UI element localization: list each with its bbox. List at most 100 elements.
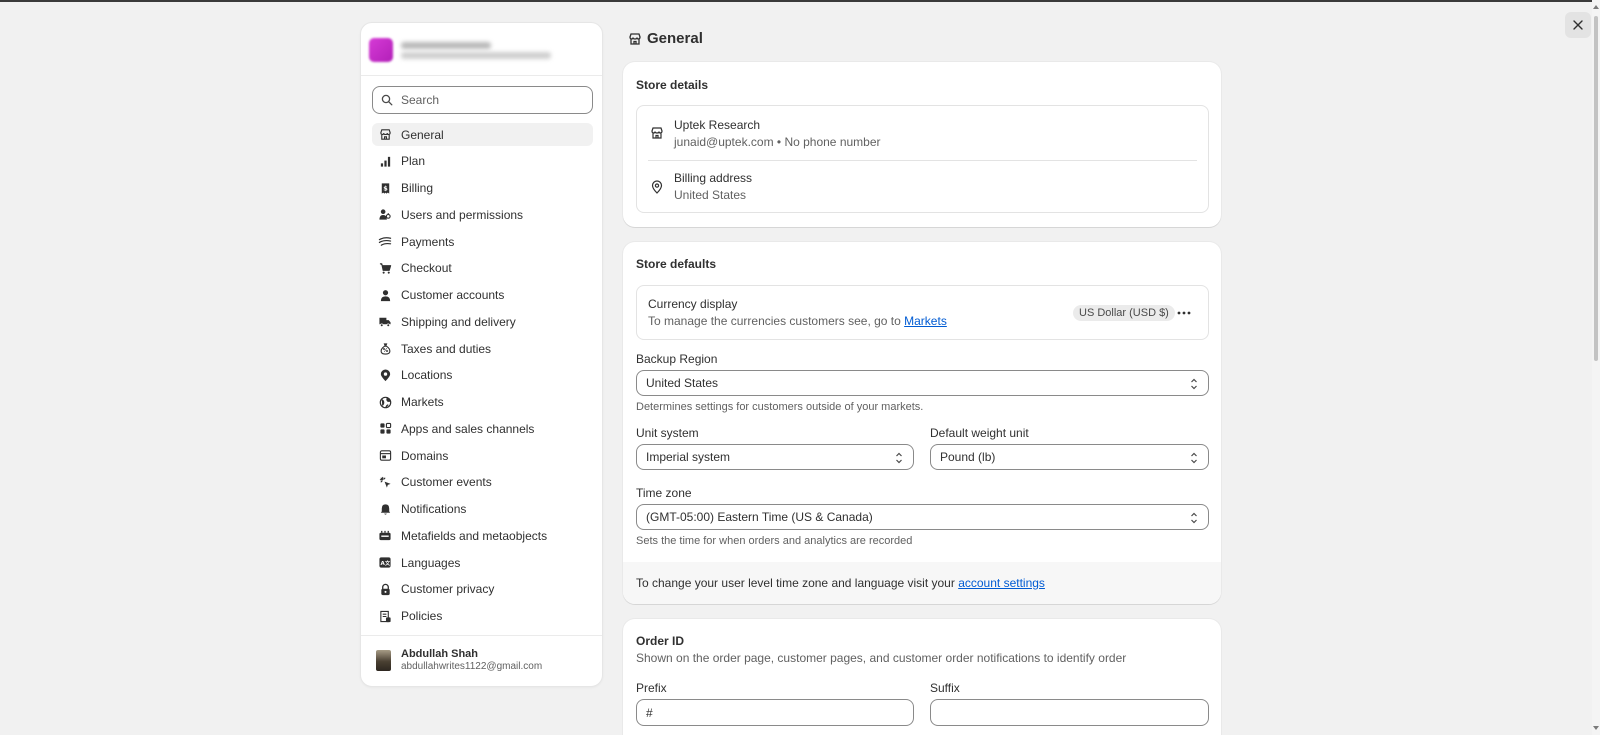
weight-unit-value: Pound (lb) (940, 450, 996, 464)
suffix-label: Suffix (930, 681, 960, 695)
cursor-icon (378, 475, 392, 489)
sidebar-item-billing[interactable]: $ Billing (372, 177, 593, 200)
sidebar-item-users-and-permissions[interactable]: Users and permissions (372, 203, 593, 226)
billing-icon: $ (378, 181, 392, 195)
sidebar-item-markets[interactable]: Markets (372, 391, 593, 414)
user-email: abdullahwrites1122@gmail.com (401, 661, 543, 672)
truck-icon (378, 315, 392, 329)
prefix-input[interactable] (636, 699, 914, 726)
sidebar-item-label: Apps and sales channels (401, 421, 535, 436)
scroll-thumb[interactable] (1594, 16, 1598, 361)
weight-unit-select[interactable]: Pound (lb) (930, 444, 1209, 470)
scroll-down-arrow-icon[interactable] (1592, 724, 1600, 732)
select-chevron-icon (1191, 452, 1197, 464)
sidebar-item-label: Customer events (401, 475, 492, 490)
sidebar-item-notifications[interactable]: Notifications (372, 498, 593, 521)
sidebar-item-label: Customer privacy (401, 582, 495, 597)
sidebar-item-general[interactable]: General (372, 123, 593, 146)
time-zone-select[interactable]: (GMT-05:00) Eastern Time (US & Canada) (636, 504, 1209, 530)
time-zone-label: Time zone (636, 486, 692, 500)
settings-nav: General Plan $ Billing Users and permiss… (372, 123, 593, 631)
policy-icon (378, 609, 392, 623)
sidebar-item-label: Languages (401, 555, 461, 570)
scroll-up-arrow-icon[interactable] (1592, 3, 1600, 11)
backup-region-help: Determines settings for customers outsid… (636, 401, 924, 413)
close-button[interactable] (1565, 12, 1591, 38)
sidebar-item-customer-privacy[interactable]: Customer privacy (372, 578, 593, 601)
page-scrollbar[interactable] (1592, 0, 1600, 735)
location-icon (378, 368, 392, 382)
page-title: General (628, 30, 703, 47)
apps-icon (378, 422, 392, 436)
billing-address-value: United States (674, 188, 747, 202)
select-chevron-icon (1191, 378, 1197, 390)
currency-badge: US Dollar (USD $) (1073, 305, 1175, 321)
sidebar-item-metafields-and-metaobjects[interactable]: Metafields and metaobjects (372, 524, 593, 547)
close-icon (1573, 20, 1583, 30)
markets-link[interactable]: Markets (904, 314, 947, 328)
sidebar-item-label: Notifications (401, 502, 467, 516)
store-contact: junaid@uptek.com • No phone number (674, 135, 881, 149)
sidebar-item-shipping-and-delivery[interactable]: Shipping and delivery (372, 310, 593, 333)
sidebar-item-policies[interactable]: Policies (372, 605, 593, 628)
suffix-input[interactable] (930, 699, 1209, 726)
sidebar-item-label: Domains (401, 448, 449, 463)
page-title-text: General (647, 30, 703, 47)
location-icon (649, 179, 665, 195)
search-icon (381, 94, 393, 106)
sidebar-item-customer-accounts[interactable]: Customer accounts (372, 284, 593, 307)
sidebar-item-taxes-and-duties[interactable]: % Taxes and duties (372, 337, 593, 360)
user-name: Abdullah Shah (401, 648, 478, 660)
store-identity-blurred (401, 39, 551, 62)
currency-display-box: Currency display To manage the currencie… (636, 285, 1209, 340)
time-zone-footer: To change your user level time zone and … (623, 562, 1221, 604)
store-icon (629, 32, 641, 45)
unit-system-select[interactable]: Imperial system (636, 444, 914, 470)
sidebar-item-label: Metafields and metaobjects (401, 528, 548, 543)
sidebar-item-languages[interactable]: A文 Languages (372, 551, 593, 574)
time-zone-value: (GMT-05:00) Eastern Time (US & Canada) (646, 510, 873, 524)
lock-icon (378, 582, 392, 596)
language-icon: A文 (378, 556, 392, 570)
sidebar-item-label: Users and permissions (401, 207, 524, 222)
sidebar-item-plan[interactable]: Plan (372, 150, 593, 173)
billing-address-label: Billing address (674, 171, 753, 185)
current-user[interactable]: Abdullah Shah abdullahwrites1122@gmail.c… (376, 648, 542, 672)
account-settings-link[interactable]: account settings (958, 576, 1045, 590)
svg-text:$: $ (383, 184, 388, 192)
sidebar-item-locations[interactable]: Locations (372, 364, 593, 387)
sidebar-item-label: Shipping and delivery (401, 314, 516, 329)
sidebar-item-apps-and-sales-channels[interactable]: Apps and sales channels (372, 417, 593, 440)
billing-address-row[interactable]: Billing address United States (637, 161, 1208, 214)
currency-more-button[interactable] (1174, 305, 1194, 321)
search-input[interactable] (401, 93, 581, 107)
sidebar-item-customer-events[interactable]: Customer events (372, 471, 593, 494)
store-avatar (369, 38, 393, 62)
sidebar-item-domains[interactable]: Domains (372, 444, 593, 467)
users-icon (378, 208, 392, 222)
divider (361, 635, 602, 636)
sidebar-item-label: Billing (401, 181, 434, 195)
sidebar-item-label: Payments (401, 234, 455, 249)
svg-text:%: % (382, 348, 388, 354)
store-details-box: Uptek Research junaid@uptek.com • No pho… (636, 105, 1209, 213)
backup-region-select[interactable]: United States (636, 370, 1209, 396)
order-id-description: Shown on the order page, customer pages,… (636, 651, 1127, 665)
sidebar-item-checkout[interactable]: Checkout (372, 257, 593, 280)
cart-icon (378, 261, 392, 275)
divider (361, 75, 602, 76)
store-switcher[interactable] (369, 33, 594, 67)
sidebar-item-payments[interactable]: Payments (372, 230, 593, 253)
backup-region-value: United States (646, 376, 719, 390)
select-chevron-icon (1191, 512, 1197, 524)
sidebar-item-label: Locations (401, 368, 453, 383)
store-profile-row[interactable]: Uptek Research junaid@uptek.com • No pho… (637, 106, 1208, 160)
currency-display-label: Currency display (648, 297, 738, 311)
unit-system-label: Unit system (636, 426, 699, 440)
order-id-card: Order ID Shown on the order page, custom… (623, 619, 1221, 735)
card-title: Order ID (636, 634, 685, 648)
avatar (376, 649, 391, 671)
store-icon (649, 125, 665, 141)
search-field[interactable] (372, 86, 593, 114)
weight-unit-label: Default weight unit (930, 426, 1029, 440)
